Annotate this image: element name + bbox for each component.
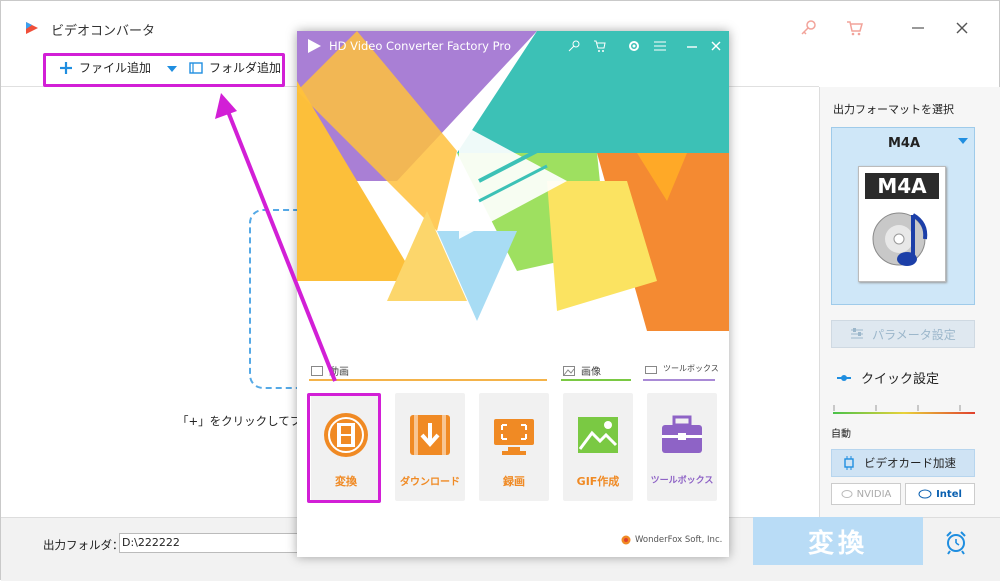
- window-title: ビデオコンバータ: [51, 24, 156, 39]
- close-icon[interactable]: [953, 19, 971, 37]
- minimize-icon[interactable]: [909, 19, 927, 37]
- launcher-settings-icon[interactable]: [627, 39, 641, 53]
- gif-image-icon: [578, 417, 618, 453]
- intel-option[interactable]: Intel: [905, 483, 975, 505]
- format-dropdown-icon[interactable]: [958, 138, 968, 145]
- download-icon: [410, 415, 450, 455]
- output-format-label: 出力フォーマットを選択: [833, 103, 954, 116]
- launcher-window: HD Video Converter Factory Pro 動画 画像 ツール…: [297, 31, 729, 557]
- launcher-close-icon[interactable]: [709, 39, 723, 53]
- add-folder-label: フォルダ追加: [209, 61, 282, 75]
- dropdown-arrow-icon[interactable]: [167, 65, 177, 73]
- launcher-cart-icon[interactable]: [593, 39, 607, 53]
- video-section-label: 動画: [329, 367, 349, 378]
- wonderfox-logo-icon: [621, 535, 631, 545]
- gpu-acceleration-button[interactable]: ビデオカード加速: [831, 449, 975, 477]
- screen-record-icon: [494, 419, 534, 455]
- image-section-line: [561, 379, 631, 381]
- gif-maker-card[interactable]: GIF作成: [563, 393, 633, 501]
- toolbox-icon: [662, 415, 702, 453]
- convert-button[interactable]: 変換: [753, 517, 923, 565]
- folder-icon: [189, 61, 203, 74]
- toolbox-card-label: ツールボックス: [650, 476, 714, 486]
- video-section-icon: [311, 365, 323, 376]
- quick-settings-icon: [837, 374, 851, 381]
- cart-icon[interactable]: [845, 19, 863, 37]
- plus-icon: [60, 61, 72, 74]
- image-section-header: 画像: [563, 363, 601, 378]
- gif-maker-card-label: GIF作成: [576, 475, 620, 488]
- chip-icon: [844, 456, 854, 470]
- auto-label: 自動: [831, 429, 851, 440]
- settings-sliders-icon: [851, 328, 864, 339]
- image-section-label: 画像: [581, 367, 601, 378]
- launcher-banner: [297, 31, 729, 331]
- quick-settings-label: クイック設定: [861, 372, 940, 387]
- brand-footer: WonderFox Soft, Inc.: [621, 535, 722, 545]
- add-file-button[interactable]: ファイル追加: [59, 59, 151, 76]
- toolbox-section-icon: [645, 365, 657, 374]
- video-section-line: [309, 379, 547, 381]
- quality-slider[interactable]: [833, 411, 975, 415]
- download-card[interactable]: ダウンロード: [395, 393, 465, 501]
- record-card-label: 録画: [503, 475, 525, 488]
- image-section-icon: [563, 365, 575, 376]
- intel-logo-icon: [918, 489, 932, 499]
- toolbox-section-header: ツールボックス: [645, 363, 719, 374]
- toolbox-section-line: [643, 379, 715, 381]
- m4a-file-icon: M4A: [858, 166, 946, 282]
- record-card[interactable]: 録画: [479, 393, 549, 501]
- disc-music-icon: [872, 212, 928, 266]
- parameter-settings-button[interactable]: パラメータ設定: [831, 320, 975, 348]
- app-window: ビデオコンバータ ファイル追加 フォルダ追加 「+」をクリックしてフ 出力フォー…: [0, 0, 1000, 581]
- drop-hint-text: 「+」をクリックしてフ: [177, 414, 302, 428]
- toolbox-section-label: ツールボックス: [663, 364, 719, 373]
- launcher-title: HD Video Converter Factory Pro: [329, 39, 511, 53]
- key-icon[interactable]: [799, 19, 817, 37]
- launcher-key-icon[interactable]: [567, 39, 581, 53]
- alarm-clock-icon[interactable]: [943, 529, 969, 555]
- nvidia-logo-icon: [841, 490, 853, 498]
- nvidia-option[interactable]: NVIDIA: [831, 483, 901, 505]
- launcher-logo-icon: [308, 39, 321, 53]
- convert-card-highlight-box: [307, 393, 381, 503]
- video-section-header: 動画: [311, 363, 349, 378]
- selected-format-name: M4A: [887, 136, 921, 151]
- intel-label: Intel: [936, 488, 962, 500]
- slider-ticks: [833, 405, 961, 411]
- output-folder-label: 出力フォルダ：: [43, 538, 124, 552]
- parameter-settings-label: パラメータ設定: [872, 327, 956, 342]
- toolbox-card[interactable]: ツールボックス: [647, 393, 717, 501]
- quick-settings: クイック設定: [837, 368, 939, 387]
- brand-text: WonderFox Soft, Inc.: [635, 535, 723, 545]
- m4a-icon-text: M4A: [865, 173, 939, 199]
- add-file-label: ファイル追加: [79, 61, 152, 75]
- download-card-label: ダウンロード: [400, 477, 460, 488]
- launcher-minimize-icon[interactable]: [685, 39, 699, 53]
- nvidia-label: NVIDIA: [856, 488, 892, 500]
- launcher-menu-icon[interactable]: [653, 39, 667, 53]
- output-format-selector[interactable]: M4A M4A: [831, 127, 975, 305]
- add-folder-button[interactable]: フォルダ追加: [189, 59, 281, 76]
- gpu-acceleration-label: ビデオカード加速: [864, 456, 956, 470]
- app-logo-icon: [26, 22, 38, 34]
